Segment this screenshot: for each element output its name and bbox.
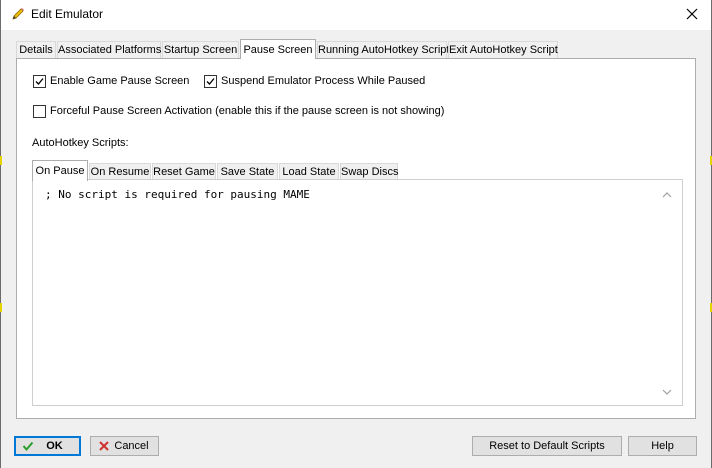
tab-startup-screen[interactable]: Startup Screen xyxy=(162,41,239,58)
tab-on-pause[interactable]: On Pause xyxy=(32,160,88,181)
check-icon xyxy=(22,440,34,452)
ok-label: OK xyxy=(46,440,63,452)
edge-marker xyxy=(0,156,2,165)
tab-swap-discs[interactable]: Swap Discs xyxy=(340,163,398,180)
chevron-up-icon xyxy=(662,192,672,198)
reset-default-scripts-button[interactable]: Reset to Default Scripts xyxy=(472,436,622,456)
script-text[interactable]: ; No script is required for pausing MAME xyxy=(45,188,310,201)
check-icon xyxy=(206,78,215,85)
forceful-activation-label: Forceful Pause Screen Activation (enable… xyxy=(50,105,445,117)
script-editor[interactable]: ; No script is required for pausing MAME xyxy=(32,179,683,406)
close-icon xyxy=(686,8,698,20)
tab-pause-screen[interactable]: Pause Screen xyxy=(240,39,316,59)
help-button[interactable]: Help xyxy=(628,436,697,456)
tab-save-state[interactable]: Save State xyxy=(217,163,278,180)
chevron-down-icon xyxy=(662,389,672,395)
title-bar[interactable]: Edit Emulator xyxy=(1,0,711,30)
tab-load-state[interactable]: Load State xyxy=(279,163,339,180)
autohotkey-scripts-label: AutoHotkey Scripts: xyxy=(32,137,129,149)
checkbox-box[interactable] xyxy=(33,105,46,118)
x-icon xyxy=(98,440,110,452)
window-title: Edit Emulator xyxy=(31,7,104,21)
tab-exit-autohotkey-script[interactable]: Exit AutoHotkey Script xyxy=(448,41,558,58)
scroll-up-arrow[interactable] xyxy=(662,190,672,198)
scroll-down-arrow[interactable] xyxy=(662,387,672,395)
window-border-left xyxy=(0,0,1,468)
tab-running-autohotkey-script[interactable]: Running AutoHotkey Script xyxy=(317,41,449,58)
cancel-button[interactable]: Cancel xyxy=(90,436,159,456)
checkbox-box[interactable] xyxy=(204,75,217,88)
edge-marker xyxy=(0,303,2,312)
tab-associated-platforms[interactable]: Associated Platforms xyxy=(57,41,161,58)
ok-button[interactable]: OK xyxy=(14,436,81,456)
enable-pause-label: Enable Game Pause Screen xyxy=(50,75,190,87)
checkbox-box[interactable] xyxy=(33,75,46,88)
edit-emulator-window: Edit Emulator Details Associated Platfor… xyxy=(0,0,712,468)
tab-details[interactable]: Details xyxy=(16,41,56,58)
check-icon xyxy=(35,78,44,85)
tab-on-resume[interactable]: On Resume xyxy=(89,163,151,180)
pencil-icon xyxy=(11,7,25,21)
suspend-process-label: Suspend Emulator Process While Paused xyxy=(221,75,426,87)
tab-reset-game[interactable]: Reset Game xyxy=(152,163,216,180)
close-button[interactable] xyxy=(681,4,703,24)
